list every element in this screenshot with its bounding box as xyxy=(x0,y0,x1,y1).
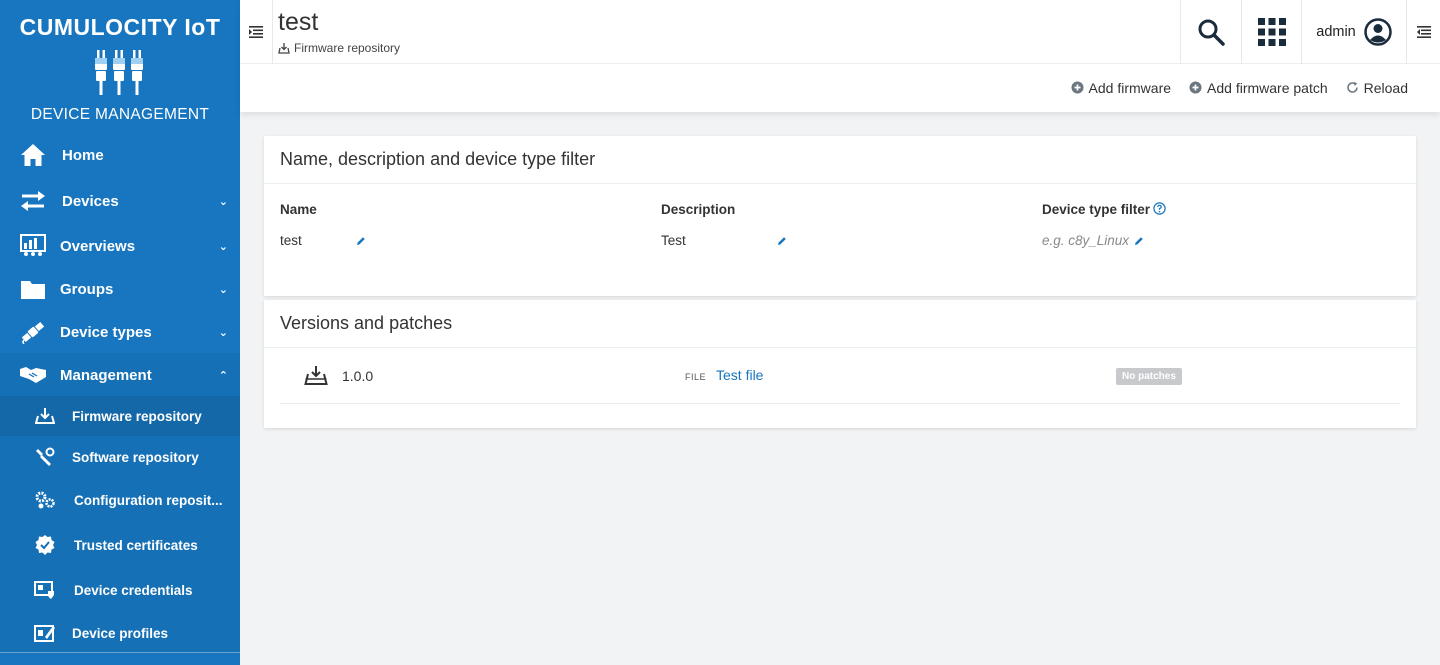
collapse-navigator-button[interactable] xyxy=(240,0,273,64)
breadcrumb-label: Firmware repository xyxy=(294,41,401,55)
sidebar-item-firmware-repository[interactable]: Firmware repository xyxy=(0,396,240,436)
chevron-up-icon: ⌃ xyxy=(218,369,228,382)
sidebar-label-firmware-repository: Firmware repository xyxy=(72,408,202,424)
nav-item-devices[interactable]: Devices ⌄ xyxy=(0,182,240,220)
app-grid-icon xyxy=(1257,18,1286,46)
sidebar-divider xyxy=(0,652,240,653)
configuration-icon xyxy=(34,489,56,511)
folder-icon xyxy=(19,276,47,302)
firmware-icon xyxy=(34,405,56,427)
name-value[interactable]: test xyxy=(280,233,302,248)
sidebar-label-device-credentials: Device credentials xyxy=(74,582,193,598)
sidebar-label-trusted-certificates: Trusted certificates xyxy=(74,537,198,553)
refresh-icon xyxy=(1346,81,1358,93)
name-label: Name xyxy=(280,202,317,217)
add-firmware-button[interactable]: Add firmware xyxy=(1071,80,1171,96)
breadcrumb[interactable]: Firmware repository xyxy=(278,41,400,55)
nav-label-management: Management xyxy=(60,366,152,384)
search-icon xyxy=(1198,19,1225,46)
drawer-toggle-icon xyxy=(1416,26,1431,38)
nav-item-management[interactable]: Management ⌃ xyxy=(0,356,240,394)
brand-subtitle: DEVICE MANAGEMENT xyxy=(30,106,210,123)
versions-card-title: Versions and patches xyxy=(264,300,1416,348)
no-patches-badge: No patches xyxy=(1116,368,1182,385)
sidebar-label-configuration-repository: Configuration reposit... xyxy=(74,492,223,508)
sidebar-item-trusted-certificates[interactable]: Trusted certificates xyxy=(0,525,240,565)
device-management-logo-icon xyxy=(95,50,143,95)
firmware-version-icon xyxy=(304,366,328,385)
user-menu-button[interactable]: admin xyxy=(1301,0,1406,64)
help-icon[interactable] xyxy=(1153,202,1166,215)
certificate-icon xyxy=(34,534,56,556)
profile-icon xyxy=(34,622,56,644)
sidebar-label-device-profiles: Device profiles xyxy=(72,625,169,641)
search-button[interactable] xyxy=(1180,0,1241,64)
file-link[interactable]: Test file xyxy=(716,367,763,383)
sidebar: CUMULOCITY IoT DEVICE MANAGEMENT Home De… xyxy=(0,0,240,665)
sidebar-item-configuration-repository[interactable]: Configuration reposit... xyxy=(0,480,240,520)
details-card-title: Name, description and device type filter xyxy=(264,136,1416,184)
sidebar-item-software-repository[interactable]: Software repository xyxy=(0,437,240,477)
toggle-right-drawer-button[interactable] xyxy=(1406,0,1440,64)
description-value[interactable]: Test xyxy=(661,233,686,248)
satellite-icon xyxy=(19,319,47,345)
plus-circle-icon xyxy=(1189,81,1202,94)
nav-item-groups[interactable]: Groups ⌄ xyxy=(0,270,240,308)
description-label: Description xyxy=(661,202,736,217)
sidebar-item-device-profiles[interactable]: Device profiles xyxy=(0,613,240,653)
device-type-filter-label: Device type filter xyxy=(1042,202,1151,217)
version-row[interactable]: 1.0.0 FILE Test file No patches xyxy=(280,348,1400,404)
brand-title: CUMULOCITY IoT xyxy=(19,14,221,40)
add-firmware-patch-label: Add firmware patch xyxy=(1207,79,1328,96)
nav-item-home[interactable]: Home xyxy=(0,136,240,174)
plus-circle-icon xyxy=(1071,81,1084,94)
nav-label-home: Home xyxy=(62,146,104,164)
sidebar-label-software-repository: Software repository xyxy=(72,449,199,465)
nav-item-device-types[interactable]: Device types ⌄ xyxy=(0,313,240,351)
header-top: test Firmware repository admin xyxy=(240,0,1440,64)
credentials-icon xyxy=(34,579,56,601)
nav-label-groups: Groups xyxy=(60,280,114,298)
page-title: test xyxy=(278,8,319,36)
versions-card: Versions and patches 1.0.0 FILE Test fil… xyxy=(264,300,1416,428)
action-bar: Add firmware Add firmware patch Reload xyxy=(1071,64,1408,111)
reload-button[interactable]: Reload xyxy=(1346,80,1408,96)
chevron-down-icon: ⌄ xyxy=(218,240,228,253)
nav-label-devices: Devices xyxy=(62,192,119,210)
nav-label-overviews: Overviews xyxy=(60,237,136,255)
brand: CUMULOCITY IoT DEVICE MANAGEMENT xyxy=(0,0,240,135)
chevron-down-icon: ⌄ xyxy=(218,195,228,208)
add-firmware-patch-button[interactable]: Add firmware patch xyxy=(1189,80,1328,96)
header: test Firmware repository admin Add firmw… xyxy=(240,0,1440,112)
file-tag: FILE xyxy=(685,372,707,382)
home-icon xyxy=(19,142,47,168)
user-avatar-icon xyxy=(1364,18,1392,46)
edit-name-pencil-icon[interactable] xyxy=(356,236,366,246)
dashboard-icon xyxy=(19,233,47,259)
software-icon xyxy=(34,446,56,468)
app-switcher-button[interactable] xyxy=(1241,0,1301,64)
device-type-filter-value[interactable]: e.g. c8y_Linux xyxy=(1042,233,1129,248)
add-firmware-label: Add firmware xyxy=(1088,79,1172,96)
nav-item-overviews[interactable]: Overviews ⌄ xyxy=(0,227,240,265)
handshake-icon xyxy=(19,362,47,388)
nav-label-device-types: Device types xyxy=(60,323,152,341)
version-number: 1.0.0 xyxy=(342,368,374,384)
reload-label: Reload xyxy=(1363,79,1408,96)
exchange-arrows-icon xyxy=(19,188,47,214)
chevron-down-icon: ⌄ xyxy=(218,326,228,339)
navigator-toggle-icon xyxy=(249,26,263,38)
user-name: admin xyxy=(1316,24,1356,40)
details-card: Name, description and device type filter… xyxy=(264,136,1416,296)
sidebar-item-device-credentials[interactable]: Device credentials xyxy=(0,570,240,610)
edit-device-type-pencil-icon[interactable] xyxy=(1134,236,1144,246)
firmware-icon xyxy=(278,42,290,54)
edit-description-pencil-icon[interactable] xyxy=(777,236,787,246)
chevron-down-icon: ⌄ xyxy=(218,283,228,296)
